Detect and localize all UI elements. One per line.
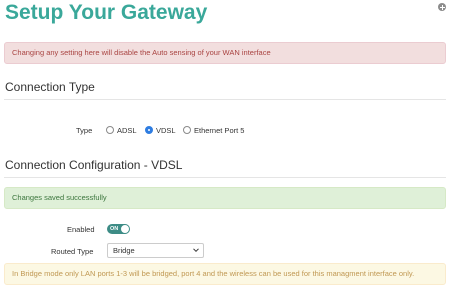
connection-type-heading: Connection Type	[5, 80, 95, 94]
routed-type-select[interactable]: Bridge	[107, 243, 204, 258]
page-title: Setup Your Gateway	[5, 1, 208, 24]
chevron-down-icon	[193, 248, 199, 253]
enabled-toggle[interactable]: ON	[107, 224, 130, 234]
section-divider	[4, 99, 446, 100]
plus-circle-icon[interactable]	[438, 3, 446, 11]
toggle-knob	[121, 225, 129, 233]
radio-adsl-label[interactable]: ADSL	[117, 126, 137, 135]
type-label: Type	[76, 126, 93, 135]
connection-config-heading: Connection Configuration - VDSL	[5, 158, 183, 172]
radio-vdsl-label[interactable]: VDSL	[156, 126, 176, 135]
bridge-mode-info: In Bridge mode only LAN ports 1-3 will b…	[4, 263, 446, 285]
radio-ethernet-port-5[interactable]	[183, 126, 191, 134]
toggle-state-label: ON	[110, 226, 119, 232]
section-divider	[4, 177, 446, 178]
routed-type-value: Bridge	[113, 246, 135, 255]
radio-vdsl[interactable]	[145, 126, 153, 134]
enabled-label: Enabled	[67, 225, 95, 234]
wan-autosense-warning: Changing any setting here will disable t…	[4, 42, 446, 64]
radio-adsl[interactable]	[106, 126, 114, 134]
routed-type-label: Routed Type	[51, 247, 94, 256]
changes-saved-alert: Changes saved successfully	[4, 187, 446, 209]
radio-ethernet-port-5-label[interactable]: Ethernet Port 5	[194, 126, 244, 135]
